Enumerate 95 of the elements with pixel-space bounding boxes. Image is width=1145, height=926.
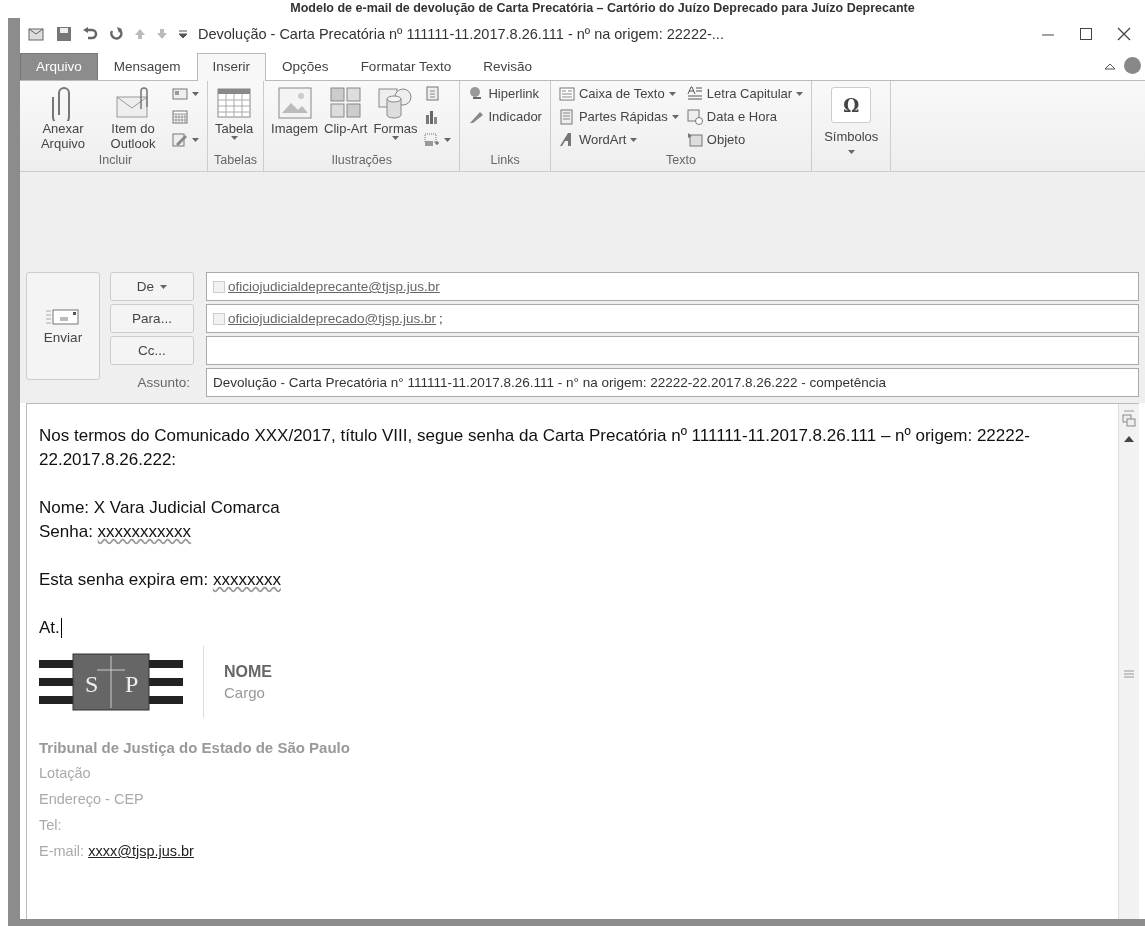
signature-line: Tel: bbox=[39, 816, 63, 835]
body-text: Esta senha expira em: xxxxxxxx bbox=[39, 569, 282, 591]
up-arrow-icon[interactable] bbox=[134, 28, 146, 40]
body-text: At. bbox=[39, 617, 60, 639]
send-button[interactable]: Enviar bbox=[26, 272, 100, 380]
caret-icon bbox=[230, 136, 238, 140]
ribbon-button[interactable]: Letra Capitular bbox=[684, 83, 806, 104]
subject-label: Assunto: bbox=[136, 375, 191, 390]
email-address[interactable]: oficiojudicialdeprecante@tjsp.jus.br bbox=[228, 279, 440, 294]
customize-icon[interactable] bbox=[178, 28, 188, 40]
signature-name: NOME bbox=[224, 662, 272, 682]
ribbon-button[interactable]: Anexar Arquivo bbox=[30, 83, 96, 153]
body-text: Senha: xxxxxxxxxxx bbox=[39, 521, 193, 543]
caret-icon bbox=[796, 91, 804, 96]
signature-role: Cargo bbox=[224, 683, 266, 703]
picture-icon bbox=[276, 85, 313, 121]
caret-icon bbox=[847, 150, 855, 154]
address-field[interactable] bbox=[206, 336, 1139, 365]
ribbon-button[interactable]: Imagem bbox=[270, 83, 320, 138]
subject-field[interactable]: Devolução - Carta Precatória n° 111111-11.2017.8.26.111 - n° na origem: 22222-22.2017.8.26.222 - competência bbox=[206, 368, 1139, 397]
ribbon-button[interactable]: Formas bbox=[372, 83, 419, 142]
signature-line: Endereço - CEP bbox=[39, 790, 145, 809]
ribbon-tab[interactable]: Mensagem bbox=[97, 53, 197, 80]
redo-icon[interactable] bbox=[108, 26, 124, 42]
split-icon bbox=[1122, 410, 1136, 428]
object-icon bbox=[686, 131, 703, 148]
address-field[interactable]: oficiojudicialdeprecado@tjsp.jus.br ; bbox=[206, 304, 1139, 333]
shapes-icon bbox=[377, 85, 414, 121]
contact-icon bbox=[213, 280, 225, 293]
ribbon-button[interactable]: Caixa de Texto bbox=[556, 83, 681, 104]
calendar-icon bbox=[172, 108, 188, 125]
document-caption: Modelo de e-mail de devolução de Carta Precatória – Cartório do Juízo Deprecado para Juízo Deprecante bbox=[290, 1, 915, 15]
ribbon-button[interactable]: WordArt bbox=[556, 129, 681, 150]
ribbon-tab[interactable]: Formatar Texto bbox=[344, 53, 468, 80]
caret-icon bbox=[630, 137, 638, 142]
address-button[interactable]: De bbox=[110, 272, 194, 301]
separator: ; bbox=[439, 311, 443, 326]
body-text: Nos termos do Comunicado XXX/2017, título VIII, segue senha da Carta Precatória nº 111111-11.2017.8.26.111 – nº origem: 22222-22.2017.8.26.222: bbox=[39, 425, 1031, 471]
email-address[interactable]: oficiojudicialdeprecado@tjsp.jus.br bbox=[228, 311, 437, 326]
document-parts-icon bbox=[558, 108, 575, 125]
caret-icon bbox=[192, 137, 199, 142]
caret-icon bbox=[391, 136, 399, 140]
group-label: Incluir bbox=[97, 153, 134, 169]
ribbon-tab[interactable]: Inserir bbox=[196, 53, 267, 81]
address-field[interactable]: oficiojudicialdeprecante@tjsp.jus.br bbox=[206, 272, 1139, 301]
ribbon-button[interactable]: Indicador bbox=[466, 106, 544, 127]
save-icon[interactable] bbox=[56, 26, 72, 42]
signature-line: Lotação bbox=[39, 764, 92, 783]
envelope-icon bbox=[46, 307, 80, 326]
group-label: Texto bbox=[665, 153, 697, 169]
ribbon-button[interactable]: Clip-Art bbox=[323, 83, 369, 138]
envelope-icon bbox=[115, 85, 151, 121]
signature-icon bbox=[172, 131, 188, 148]
email-label: E-mail: bbox=[39, 843, 86, 859]
ribbon-button[interactable]: Partes Rápidas bbox=[556, 106, 681, 127]
address-button[interactable]: Para... bbox=[110, 304, 194, 333]
smartart-icon bbox=[424, 85, 441, 102]
signature-organization: Tribunal de Justiça do Estado de São Paulo bbox=[39, 738, 351, 758]
clipart-icon bbox=[327, 85, 364, 121]
drop-cap-icon bbox=[686, 85, 703, 102]
undo-icon[interactable] bbox=[82, 26, 98, 42]
ribbon-button[interactable]: Item do Outlook bbox=[100, 83, 166, 153]
window-title: Devolução - Carta Precatória nº 111111-11.2017.8.26.111 - nº na origem: 22222-... bbox=[198, 26, 725, 42]
caret-icon bbox=[192, 91, 199, 96]
body-text: Nome: X Vara Judicial Comarca bbox=[39, 497, 281, 519]
ribbon-button[interactable]: Hiperlink bbox=[466, 83, 544, 104]
contact-icon bbox=[213, 312, 225, 325]
ribbon-button[interactable]: Tabela bbox=[214, 83, 255, 142]
group-label: Tabelas bbox=[214, 153, 258, 169]
table-icon bbox=[216, 85, 253, 121]
court-logo: S P bbox=[39, 644, 183, 720]
screenshot-icon bbox=[424, 131, 441, 148]
down-arrow-icon[interactable] bbox=[156, 28, 168, 40]
help-icon[interactable] bbox=[1124, 57, 1141, 74]
text-box-icon bbox=[558, 85, 575, 102]
app-icon bbox=[28, 26, 46, 42]
ribbon-tab[interactable]: Opções bbox=[266, 53, 345, 80]
caret-icon bbox=[668, 91, 676, 96]
close-icon[interactable] bbox=[1117, 27, 1131, 41]
caret-icon bbox=[160, 284, 168, 289]
address-button[interactable]: Cc... bbox=[110, 336, 194, 365]
group-label: Ilustrações bbox=[330, 153, 393, 169]
contact-card-icon bbox=[172, 85, 188, 102]
group-label: Links bbox=[489, 153, 521, 169]
maximize-icon[interactable] bbox=[1079, 27, 1093, 41]
email-link[interactable]: xxxx@tjsp.jus.br bbox=[88, 843, 194, 859]
scroll-thumb-icon[interactable] bbox=[1123, 670, 1135, 678]
caret-icon bbox=[444, 137, 452, 142]
caret-icon bbox=[671, 114, 679, 119]
calendar-clock-icon bbox=[686, 108, 703, 125]
ribbon-button[interactable]: Data e Hora bbox=[684, 106, 806, 127]
ribbon-button[interactable]: Objeto bbox=[684, 129, 806, 150]
symbols-button[interactable]: Ω Símbolos bbox=[818, 83, 885, 158]
scrollbar[interactable] bbox=[1118, 404, 1139, 919]
ribbon-tab[interactable]: Revisão bbox=[467, 53, 548, 80]
